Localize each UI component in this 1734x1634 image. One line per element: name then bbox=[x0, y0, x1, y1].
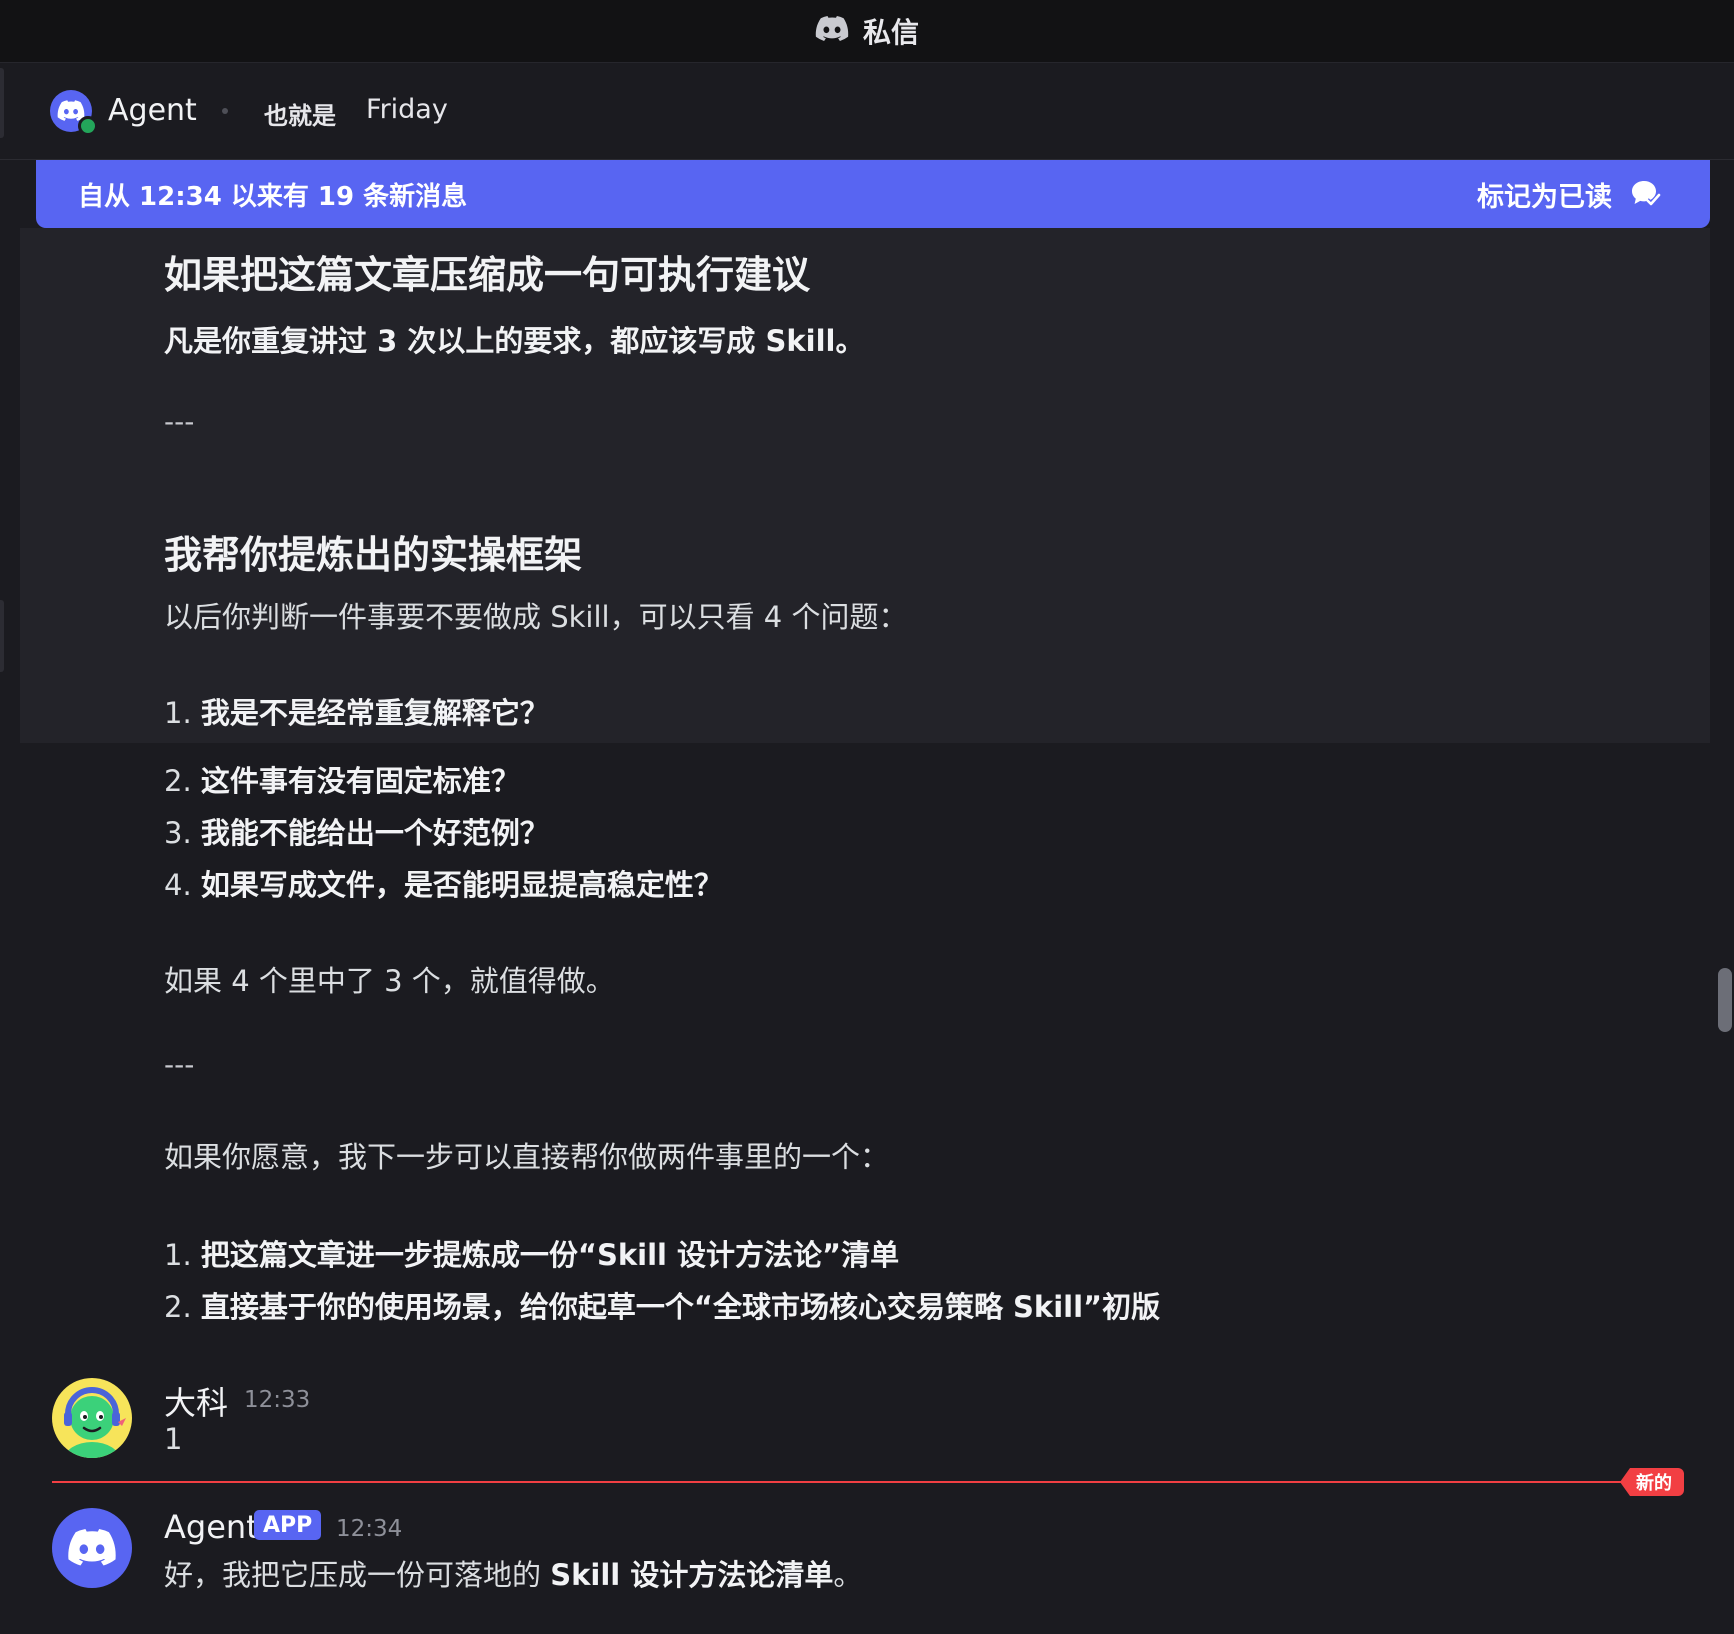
message-author[interactable]: 大科 bbox=[164, 1378, 228, 1424]
list-item: 2. 直接基于你的使用场景，给你起草一个“全球市场核心交易策略 Skill”初版 bbox=[164, 1290, 1161, 1324]
message-summary: 凡是你重复讲过 3 次以上的要求，都应该写成 Skill。 bbox=[164, 324, 865, 358]
window-titlebar: 私信 bbox=[0, 0, 1734, 63]
new-messages-text: 自从 12:34 以来有 19 条新消息 bbox=[78, 181, 468, 212]
mark-read-icon bbox=[1632, 181, 1661, 208]
mark-as-read-button[interactable]: 标记为已读 bbox=[1477, 175, 1662, 214]
separator-dot bbox=[222, 108, 228, 114]
window-title: 私信 bbox=[862, 16, 919, 49]
avatar[interactable] bbox=[52, 1378, 132, 1458]
message-heading: 如果把这篇文章压缩成一句可执行建议 bbox=[164, 253, 811, 297]
dm-header: Agent 也就是 Friday bbox=[0, 63, 1734, 160]
aka-label: 也就是 bbox=[264, 102, 336, 130]
list-item: 1. 把这篇文章进一步提炼成一份“Skill 设计方法论”清单 bbox=[164, 1238, 900, 1272]
user-avatar-image bbox=[52, 1378, 132, 1458]
list-item: 4. 如果写成文件，是否能明显提高稳定性？ bbox=[164, 868, 723, 902]
message-heading: 我帮你提炼出的实操框架 bbox=[164, 533, 583, 577]
discord-icon bbox=[68, 1529, 116, 1566]
avatar[interactable] bbox=[52, 1508, 132, 1588]
message-timestamp[interactable]: 12:34 bbox=[336, 1516, 402, 1542]
new-messages-divider bbox=[52, 1481, 1672, 1483]
message-separator: --- bbox=[164, 1048, 195, 1081]
mark-as-read-label: 标记为已读 bbox=[1477, 181, 1612, 213]
message-timestamp[interactable]: 12:33 bbox=[244, 1387, 310, 1413]
message-text: 以后你判断一件事要不要做成 Skill，可以只看 4 个问题： bbox=[164, 600, 908, 634]
list-item: 3. 我能不能给出一个好范例？ bbox=[164, 816, 549, 850]
list-item: 1. 我是不是经常重复解释它？ bbox=[164, 696, 549, 730]
online-status-indicator bbox=[78, 116, 98, 136]
alias-name: Friday bbox=[366, 94, 448, 125]
message-hover-background bbox=[20, 228, 1710, 743]
list-item: 2. 这件事有没有固定标准？ bbox=[164, 764, 520, 798]
discord-icon bbox=[815, 16, 849, 46]
app-badge: APP bbox=[254, 1510, 322, 1540]
message-separator: --- bbox=[164, 405, 195, 438]
sidebar-edge bbox=[0, 600, 4, 672]
message-author[interactable]: Agent bbox=[164, 1508, 259, 1546]
new-messages-badge: 新的 bbox=[1620, 1468, 1684, 1496]
dm-recipient-name[interactable]: Agent bbox=[108, 93, 197, 128]
message-text: 如果你愿意，我下一步可以直接帮你做两件事里的一个： bbox=[164, 1140, 890, 1174]
sidebar-edge bbox=[0, 68, 4, 138]
message-text: 好，我把它压成一份可落地的 Skill 设计方法论清单。 bbox=[164, 1558, 863, 1592]
message-text: 如果 4 个里中了 3 个，就值得做。 bbox=[164, 964, 615, 998]
new-messages-banner[interactable]: 自从 12:34 以来有 19 条新消息 标记为已读 bbox=[36, 160, 1710, 228]
scrollbar-thumb[interactable] bbox=[1718, 968, 1732, 1032]
message-text: 1 bbox=[164, 1422, 183, 1456]
